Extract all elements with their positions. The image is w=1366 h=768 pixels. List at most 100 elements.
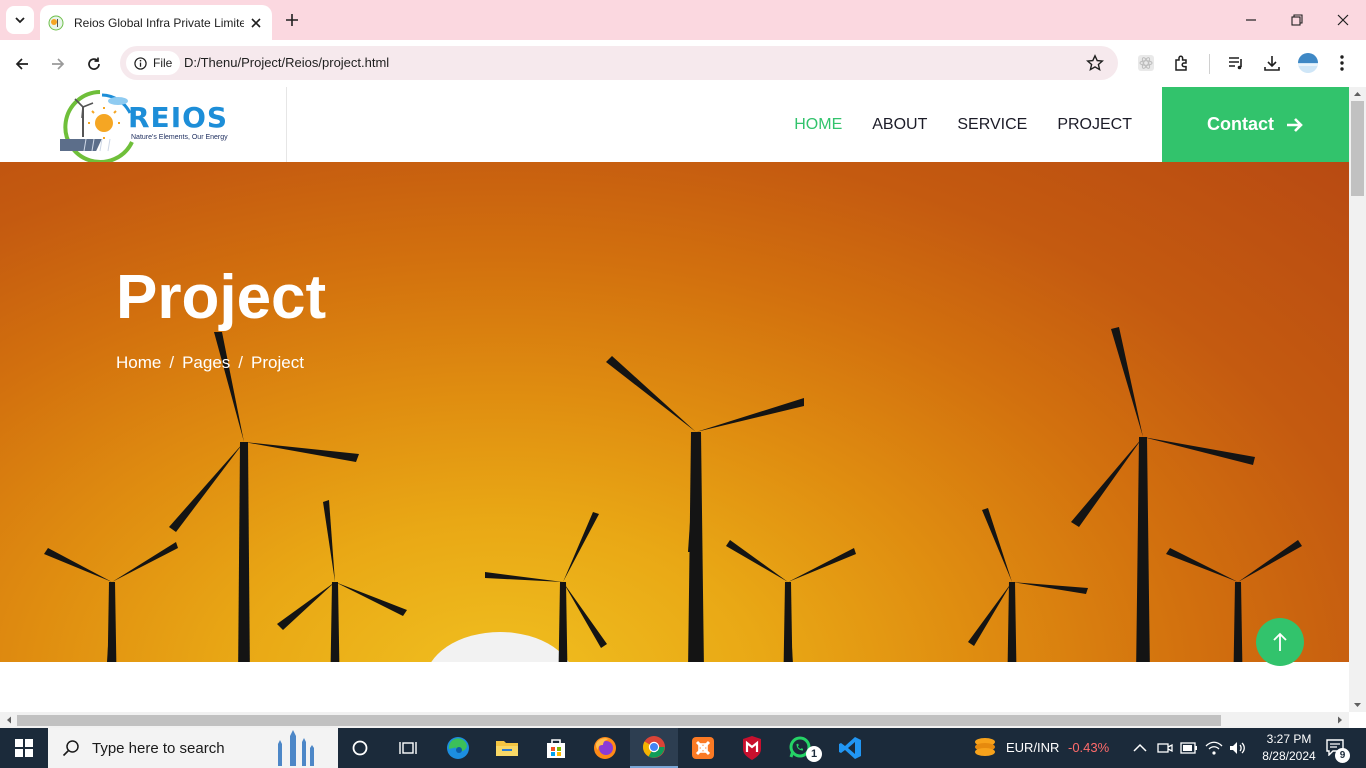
ticker-change: -0.43%	[1068, 740, 1110, 755]
battery-icon[interactable]	[1180, 741, 1198, 755]
reload-icon	[88, 57, 100, 70]
taskbar-app-file-explorer[interactable]	[483, 728, 531, 768]
reload-button[interactable]	[82, 52, 106, 76]
downloads-button[interactable]	[1260, 51, 1284, 75]
extension-button[interactable]	[1134, 51, 1158, 75]
windows-taskbar: Type here to search 1 EUR/INR -0.43% 3:2…	[0, 728, 1366, 768]
taskbar-app-xampp[interactable]	[679, 728, 727, 768]
breadcrumb-separator: /	[238, 353, 244, 372]
taskbar-app-vscode[interactable]	[826, 728, 874, 768]
chevron-up-icon[interactable]	[1133, 743, 1147, 753]
extensions-menu-button[interactable]	[1170, 51, 1194, 75]
back-to-top-button[interactable]	[1256, 618, 1304, 666]
taskbar-app-store[interactable]	[532, 728, 580, 768]
breadcrumb-home-link[interactable]: Home	[116, 353, 161, 373]
scroll-right-arrow-icon[interactable]	[1333, 712, 1347, 728]
taskbar-app-mcafee[interactable]	[728, 728, 776, 768]
breadcrumb-pages-link[interactable]: Pages	[182, 353, 230, 373]
wind-turbines-illustration	[44, 327, 1302, 662]
logo-wordmark: REIOS	[128, 101, 229, 134]
logo[interactable]: REIOS Nature's Elements, Our Energy	[0, 87, 287, 162]
ticker-symbol[interactable]: EUR/INR	[1006, 740, 1059, 755]
taskbar-app-chrome[interactable]	[630, 728, 678, 768]
scroll-left-arrow-icon[interactable]	[2, 712, 16, 728]
minimize-icon	[1246, 19, 1256, 21]
taskbar-search-placeholder: Type here to search	[92, 739, 225, 757]
nav-link-service[interactable]: SERVICE	[957, 116, 1027, 134]
star-icon	[1086, 54, 1104, 72]
address-bar[interactable]: File D:/Thenu/Project/Reios/project.html	[120, 46, 1118, 80]
breadcrumb-current: Project	[251, 353, 304, 372]
arrow-right-icon	[52, 58, 65, 70]
start-button[interactable]	[0, 728, 48, 768]
close-window-button[interactable]	[1320, 0, 1366, 40]
plus-icon	[286, 14, 298, 26]
edge-icon	[447, 737, 469, 759]
wifi-icon[interactable]	[1205, 740, 1223, 756]
info-icon	[134, 56, 147, 70]
breadcrumb: Home / Pages / Project	[116, 353, 304, 373]
main-navigation: HOME ABOUT SERVICE PROJECT	[794, 87, 1132, 162]
restore-icon	[1291, 14, 1303, 26]
download-icon	[1264, 56, 1280, 71]
horizontal-scrollbar[interactable]	[0, 712, 1349, 728]
contact-button[interactable]: Contact	[1162, 87, 1349, 162]
cortana-button[interactable]	[336, 728, 384, 768]
back-button[interactable]	[10, 52, 34, 76]
browser-toolbar: File D:/Thenu/Project/Reios/project.html	[0, 40, 1366, 87]
restore-button[interactable]	[1274, 0, 1320, 40]
cortana-circle-icon	[352, 740, 368, 756]
taskbar-app-edge[interactable]	[434, 728, 482, 768]
horizontal-scrollbar-thumb[interactable]	[17, 715, 1221, 726]
breadcrumb-separator: /	[169, 353, 175, 372]
toolbar-divider	[1209, 54, 1210, 74]
url-text[interactable]: D:/Thenu/Project/Reios/project.html	[184, 55, 389, 70]
vertical-scrollbar-thumb[interactable]	[1351, 101, 1364, 196]
nav-link-home[interactable]: HOME	[794, 116, 842, 134]
profile-button[interactable]	[1296, 51, 1320, 75]
tab-close-button[interactable]	[248, 15, 264, 31]
chrome-icon	[643, 736, 665, 758]
taskbar-search-box[interactable]: Type here to search	[48, 728, 338, 768]
scroll-up-arrow-icon[interactable]	[1349, 88, 1366, 100]
playlist-icon	[1229, 57, 1242, 70]
windows-logo-icon	[15, 739, 33, 757]
taskbar-app-firefox[interactable]	[581, 728, 629, 768]
extension-react-icon	[1138, 55, 1154, 71]
browser-tab-strip: Reios Global Infra Private Limite	[0, 0, 1366, 40]
tab-search-button[interactable]	[6, 6, 34, 34]
nav-link-project[interactable]: PROJECT	[1057, 116, 1132, 134]
action-center-button[interactable]: 9	[1322, 736, 1352, 763]
notification-count-badge: 9	[1335, 748, 1350, 763]
arrow-left-icon	[15, 58, 28, 70]
search-icon	[62, 740, 79, 757]
page-viewport: REIOS Nature's Elements, Our Energy HOME…	[0, 87, 1349, 712]
whatsapp-unread-badge: 1	[806, 746, 822, 762]
bookmark-button[interactable]	[1086, 54, 1104, 77]
media-controls-button[interactable]	[1224, 51, 1248, 75]
forward-button[interactable]	[46, 52, 70, 76]
store-bag-icon	[547, 739, 565, 758]
page-hero-banner: Project Home / Pages / Project	[0, 162, 1349, 662]
firefox-icon	[594, 737, 616, 759]
scroll-down-arrow-icon[interactable]	[1349, 699, 1366, 711]
new-tab-button[interactable]	[282, 10, 302, 30]
nav-link-about[interactable]: ABOUT	[872, 116, 927, 134]
meet-now-icon[interactable]	[1157, 740, 1173, 756]
site-info-chip[interactable]: File	[126, 51, 181, 75]
taskbar-app-whatsapp[interactable]: 1	[777, 728, 825, 768]
contact-button-label: Contact	[1207, 114, 1274, 134]
close-icon	[1337, 14, 1349, 26]
active-tab[interactable]: Reios Global Infra Private Limite	[40, 5, 272, 40]
currency-ticker-icon	[975, 738, 995, 756]
minimize-button[interactable]	[1228, 0, 1274, 40]
volume-icon[interactable]	[1228, 740, 1246, 756]
task-view-button[interactable]	[384, 728, 432, 768]
browser-menu-button[interactable]	[1330, 51, 1354, 75]
logo-tagline: Nature's Elements, Our Energy	[131, 134, 228, 141]
page-title: Project	[116, 263, 327, 332]
clock-date: 8/28/2024	[1262, 749, 1316, 763]
folder-icon	[496, 741, 518, 756]
taskbar-clock[interactable]: 3:27 PM 8/28/2024	[1254, 731, 1324, 765]
vertical-scrollbar[interactable]	[1349, 87, 1366, 712]
